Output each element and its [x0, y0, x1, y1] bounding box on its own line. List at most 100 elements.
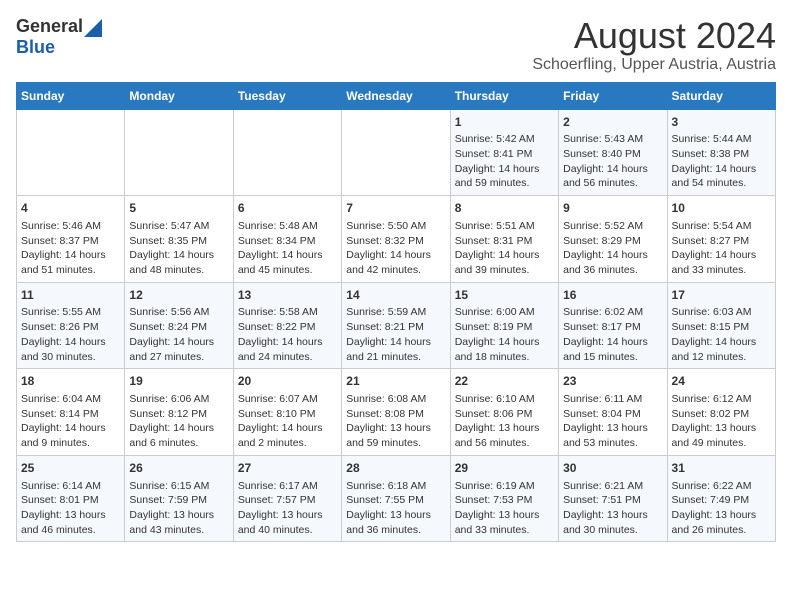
- calendar-cell: 10Sunrise: 5:54 AMSunset: 8:27 PMDayligh…: [667, 196, 775, 283]
- day-info-line: Sunrise: 5:42 AM: [455, 132, 554, 147]
- day-info-line: Daylight: 14 hours: [346, 335, 445, 350]
- day-info-line: and 56 minutes.: [455, 436, 554, 451]
- day-info-line: Daylight: 14 hours: [129, 248, 228, 263]
- day-number: 19: [129, 373, 228, 390]
- day-info-line: Daylight: 14 hours: [346, 248, 445, 263]
- day-info-line: and 36 minutes.: [346, 523, 445, 538]
- day-info-line: Sunrise: 5:58 AM: [238, 305, 337, 320]
- day-info-line: Sunrise: 6:04 AM: [21, 392, 120, 407]
- day-info-line: Daylight: 14 hours: [238, 335, 337, 350]
- day-info-line: and 53 minutes.: [563, 436, 662, 451]
- day-info-line: Sunset: 8:17 PM: [563, 320, 662, 335]
- day-info-line: Sunrise: 6:11 AM: [563, 392, 662, 407]
- day-info-line: Daylight: 13 hours: [672, 421, 771, 436]
- calendar-cell: 29Sunrise: 6:19 AMSunset: 7:53 PMDayligh…: [450, 455, 558, 542]
- calendar-cell: [233, 109, 341, 196]
- calendar-cell: 25Sunrise: 6:14 AMSunset: 8:01 PMDayligh…: [17, 455, 125, 542]
- day-info-line: Sunrise: 5:56 AM: [129, 305, 228, 320]
- day-number: 16: [563, 287, 662, 304]
- day-number: 14: [346, 287, 445, 304]
- calendar-cell: 18 Sunrise: 6:04 AMSunset: 8:14 PMDayligh…: [17, 369, 125, 456]
- page-subtitle: Schoerfling, Upper Austria, Austria: [532, 56, 776, 74]
- day-header-thursday: Thursday: [450, 82, 558, 109]
- day-info-line: Sunset: 8:01 PM: [21, 493, 120, 508]
- day-info-line: and 30 minutes.: [563, 523, 662, 538]
- day-info-line: Sunrise: 5:50 AM: [346, 219, 445, 234]
- day-info-line: Daylight: 14 hours: [563, 335, 662, 350]
- day-number: 25: [21, 460, 120, 477]
- day-info-line: Daylight: 14 hours: [455, 335, 554, 350]
- day-info-line: and 33 minutes.: [672, 263, 771, 278]
- day-header-tuesday: Tuesday: [233, 82, 341, 109]
- day-number: 8: [455, 200, 554, 217]
- day-info-line: Sunset: 7:59 PM: [129, 493, 228, 508]
- day-info-line: Daylight: 14 hours: [563, 162, 662, 177]
- day-info-line: Sunrise: 6:02 AM: [563, 305, 662, 320]
- calendar-cell: 19Sunrise: 6:06 AMSunset: 8:12 PMDayligh…: [125, 369, 233, 456]
- title-block: August 2024 Schoerfling, Upper Austria, …: [532, 16, 776, 74]
- day-info-line: Sunset: 8:35 PM: [129, 234, 228, 249]
- day-header-sunday: Sunday: [17, 82, 125, 109]
- day-info-line: and 9 minutes.: [21, 436, 120, 451]
- calendar-cell: 16Sunrise: 6:02 AMSunset: 8:17 PMDayligh…: [559, 282, 667, 369]
- day-info-line: Sunset: 8:40 PM: [563, 147, 662, 162]
- logo-triangle-icon: [84, 19, 102, 37]
- day-number: 30: [563, 460, 662, 477]
- calendar-cell: 3Sunrise: 5:44 AMSunset: 8:38 PMDaylight…: [667, 109, 775, 196]
- day-number: 15: [455, 287, 554, 304]
- day-info-line: Sunset: 8:38 PM: [672, 147, 771, 162]
- day-info-line: Daylight: 13 hours: [346, 508, 445, 523]
- day-info-line: Sunset: 8:34 PM: [238, 234, 337, 249]
- day-info-line: Sunset: 7:55 PM: [346, 493, 445, 508]
- day-info-line: and 56 minutes.: [563, 176, 662, 191]
- day-info-line: Daylight: 14 hours: [21, 248, 120, 263]
- day-info-line: Sunrise: 6:07 AM: [238, 392, 337, 407]
- day-info-line: Sunset: 8:14 PM: [21, 407, 120, 422]
- day-info-line: Daylight: 13 hours: [455, 508, 554, 523]
- day-info-line: Daylight: 14 hours: [455, 162, 554, 177]
- calendar-cell: [125, 109, 233, 196]
- day-info-line: Daylight: 14 hours: [672, 248, 771, 263]
- calendar-cell: 6Sunrise: 5:48 AMSunset: 8:34 PMDaylight…: [233, 196, 341, 283]
- day-info-line: and 2 minutes.: [238, 436, 337, 451]
- day-number: 31: [672, 460, 771, 477]
- page-title: August 2024: [532, 16, 776, 56]
- day-info-line: Daylight: 14 hours: [455, 248, 554, 263]
- day-info-line: Sunset: 8:37 PM: [21, 234, 120, 249]
- day-info-line: Sunrise: 6:12 AM: [672, 392, 771, 407]
- day-info-line: and 12 minutes.: [672, 350, 771, 365]
- calendar-week-2: 4Sunrise: 5:46 AMSunset: 8:37 PMDaylight…: [17, 196, 776, 283]
- day-info-line: and 30 minutes.: [21, 350, 120, 365]
- calendar-table: SundayMondayTuesdayWednesdayThursdayFrid…: [16, 82, 776, 543]
- day-info-line: Daylight: 14 hours: [672, 335, 771, 350]
- day-info-line: and 24 minutes.: [238, 350, 337, 365]
- day-info-line: Sunrise: 6:17 AM: [238, 479, 337, 494]
- day-number: 22: [455, 373, 554, 390]
- day-info-line: Sunrise: 5:51 AM: [455, 219, 554, 234]
- calendar-cell: 21Sunrise: 6:08 AMSunset: 8:08 PMDayligh…: [342, 369, 450, 456]
- day-info-line: and 43 minutes.: [129, 523, 228, 538]
- calendar-cell: 30Sunrise: 6:21 AMSunset: 7:51 PMDayligh…: [559, 455, 667, 542]
- day-info-line: Sunset: 8:15 PM: [672, 320, 771, 335]
- day-info-line: Sunrise: 6:14 AM: [21, 479, 120, 494]
- day-info-line: Sunrise: 6:06 AM: [129, 392, 228, 407]
- day-info-line: Sunset: 7:49 PM: [672, 493, 771, 508]
- calendar-cell: 31Sunrise: 6:22 AMSunset: 7:49 PMDayligh…: [667, 455, 775, 542]
- day-info-line: and 6 minutes.: [129, 436, 228, 451]
- day-info-line: Daylight: 14 hours: [129, 335, 228, 350]
- day-info-line: and 39 minutes.: [455, 263, 554, 278]
- day-info-line: and 54 minutes.: [672, 176, 771, 191]
- day-number: 11: [21, 287, 120, 304]
- day-info-line: Sunset: 8:26 PM: [21, 320, 120, 335]
- day-header-monday: Monday: [125, 82, 233, 109]
- day-info-line: and 18 minutes.: [455, 350, 554, 365]
- calendar-cell: 22Sunrise: 6:10 AMSunset: 8:06 PMDayligh…: [450, 369, 558, 456]
- calendar-cell: 5Sunrise: 5:47 AMSunset: 8:35 PMDaylight…: [125, 196, 233, 283]
- day-number: 21: [346, 373, 445, 390]
- day-info-line: and 36 minutes.: [563, 263, 662, 278]
- day-info-line: Daylight: 14 hours: [21, 421, 120, 436]
- day-number: 18: [21, 373, 120, 390]
- day-info-line: and 59 minutes.: [455, 176, 554, 191]
- day-info-line: Sunrise: 5:55 AM: [21, 305, 120, 320]
- day-info-line: Sunset: 8:29 PM: [563, 234, 662, 249]
